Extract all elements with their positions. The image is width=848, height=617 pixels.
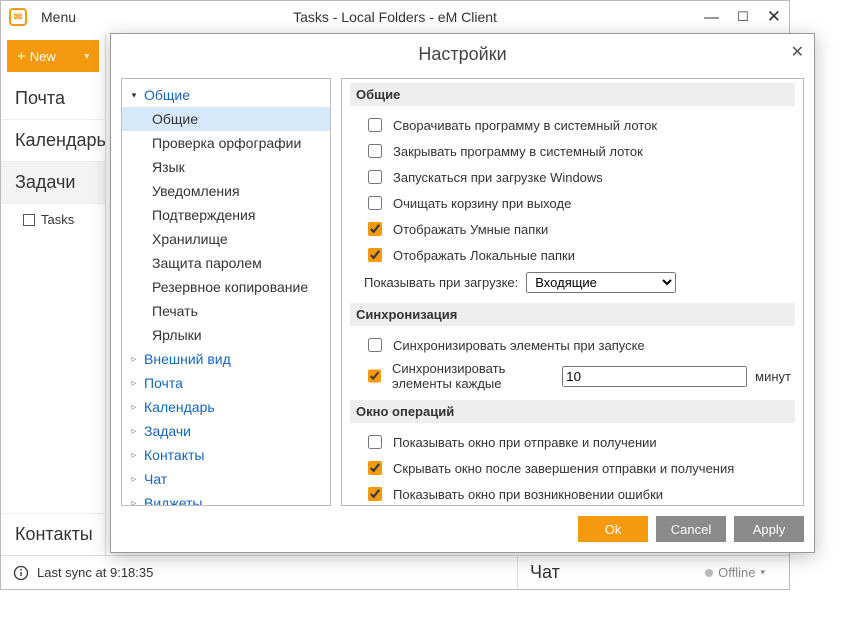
chk-empty-trash[interactable]: Очищать корзину при выходе <box>350 190 795 216</box>
settings-title: Настройки ✕ <box>111 34 814 74</box>
chk-close-tray[interactable]: Закрывать программу в системный лоток <box>350 138 795 164</box>
nav-category-calendar[interactable]: Календарь <box>122 395 330 419</box>
nav-calendar[interactable]: Календарь <box>1 120 105 162</box>
menu-button[interactable]: Menu <box>35 7 82 27</box>
chk-sync-every[interactable] <box>368 369 381 383</box>
nav-category-chat[interactable]: Чат <box>122 467 330 491</box>
nav-contacts[interactable]: Контакты <box>1 513 105 555</box>
chk-sync-on-start[interactable]: Синхронизировать элементы при запуске <box>350 332 795 358</box>
chat-status[interactable]: Offline ▾ <box>705 565 765 580</box>
statusbar: Last sync at 9:18:35 Чат Offline ▾ <box>1 555 789 589</box>
app-logo-icon: ✉ <box>9 8 27 26</box>
section-operations: Окно операций <box>350 400 795 423</box>
apply-button[interactable]: Apply <box>734 516 804 542</box>
nav-item-confirmations[interactable]: Подтверждения <box>122 203 330 227</box>
show-on-load-label: Показывать при загрузке: <box>364 275 518 290</box>
nav-category-appearance[interactable]: Внешний вид <box>122 347 330 371</box>
nav-item-shortcuts[interactable]: Ярлыки <box>122 323 330 347</box>
settings-dialog: Настройки ✕ Общие Общие Проверка орфогра… <box>110 33 815 553</box>
info-icon <box>13 565 29 581</box>
nav-mail[interactable]: Почта <box>1 78 105 120</box>
chat-panel[interactable]: Чат Offline ▾ <box>517 556 777 589</box>
chk-hide-after[interactable]: Скрывать окно после завершения отправки … <box>350 455 795 481</box>
main-titlebar: ✉ Menu Tasks - Local Folders - eM Client… <box>1 1 789 34</box>
settings-panel: Общие Сворачивать программу в системный … <box>341 78 804 506</box>
nav-category-tasks[interactable]: Задачи <box>122 419 330 443</box>
chk-local-folders[interactable]: Отображать Локальные папки <box>350 242 795 268</box>
nav-item-password[interactable]: Защита паролем <box>122 251 330 275</box>
chk-start-windows[interactable]: Запускаться при загрузке Windows <box>350 164 795 190</box>
sync-minutes-unit: минут <box>755 369 791 384</box>
chk-show-on-sendrecv[interactable]: Показывать окно при отправке и получении <box>350 429 795 455</box>
sync-status-text: Last sync at 9:18:35 <box>37 565 153 580</box>
nav-category-general[interactable]: Общие <box>122 83 330 107</box>
nav-item-storage[interactable]: Хранилище <box>122 227 330 251</box>
minimize-icon[interactable]: — <box>704 9 719 26</box>
show-on-load-select[interactable]: Входящие <box>526 272 676 293</box>
settings-close-icon[interactable]: ✕ <box>791 42 804 62</box>
nav-item-language[interactable]: Язык <box>122 155 330 179</box>
nav-item-general[interactable]: Общие <box>122 107 330 131</box>
maximize-icon[interactable]: ☐ <box>737 9 749 25</box>
new-button[interactable]: + New ▾ <box>7 40 99 72</box>
chk-show-on-error[interactable]: Показывать окно при возникновении ошибки <box>350 481 795 506</box>
status-dot-icon <box>705 569 713 577</box>
chat-label: Чат <box>530 562 560 583</box>
section-general: Общие <box>350 83 795 106</box>
nav-category-widgets[interactable]: Виджеты <box>122 491 330 506</box>
show-on-load-row: Показывать при загрузке: Входящие <box>350 268 795 297</box>
settings-nav: Общие Общие Проверка орфографии Язык Уве… <box>121 78 331 506</box>
nav-item-notifications[interactable]: Уведомления <box>122 179 330 203</box>
section-sync: Синхронизация <box>350 303 795 326</box>
ok-button[interactable]: Ok <box>578 516 648 542</box>
nav-item-print[interactable]: Печать <box>122 299 330 323</box>
nav-category-mail[interactable]: Почта <box>122 371 330 395</box>
tasks-folder[interactable]: Tasks <box>1 204 105 235</box>
settings-footer: Ok Cancel Apply <box>111 506 814 552</box>
window-title: Tasks - Local Folders - eM Client <box>1 9 789 25</box>
chk-smart-folders[interactable]: Отображать Умные папки <box>350 216 795 242</box>
main-sidebar: + New ▾ Почта Календарь Задачи Tasks Кон… <box>1 34 106 555</box>
nav-item-backup[interactable]: Резервное копирование <box>122 275 330 299</box>
nav-tasks[interactable]: Задачи <box>1 162 105 204</box>
sync-every-label: Синхронизировать элементы каждые <box>392 361 554 391</box>
sync-minutes-input[interactable] <box>562 366 747 387</box>
checkbox-icon <box>23 214 35 226</box>
chk-sync-every-row: Синхронизировать элементы каждые минут <box>350 358 795 394</box>
chk-minimize-tray[interactable]: Сворачивать программу в системный лоток <box>350 112 795 138</box>
close-icon[interactable]: ✕ <box>767 7 781 27</box>
nav-category-contacts[interactable]: Контакты <box>122 443 330 467</box>
cancel-button[interactable]: Cancel <box>656 516 726 542</box>
nav-item-spellcheck[interactable]: Проверка орфографии <box>122 131 330 155</box>
